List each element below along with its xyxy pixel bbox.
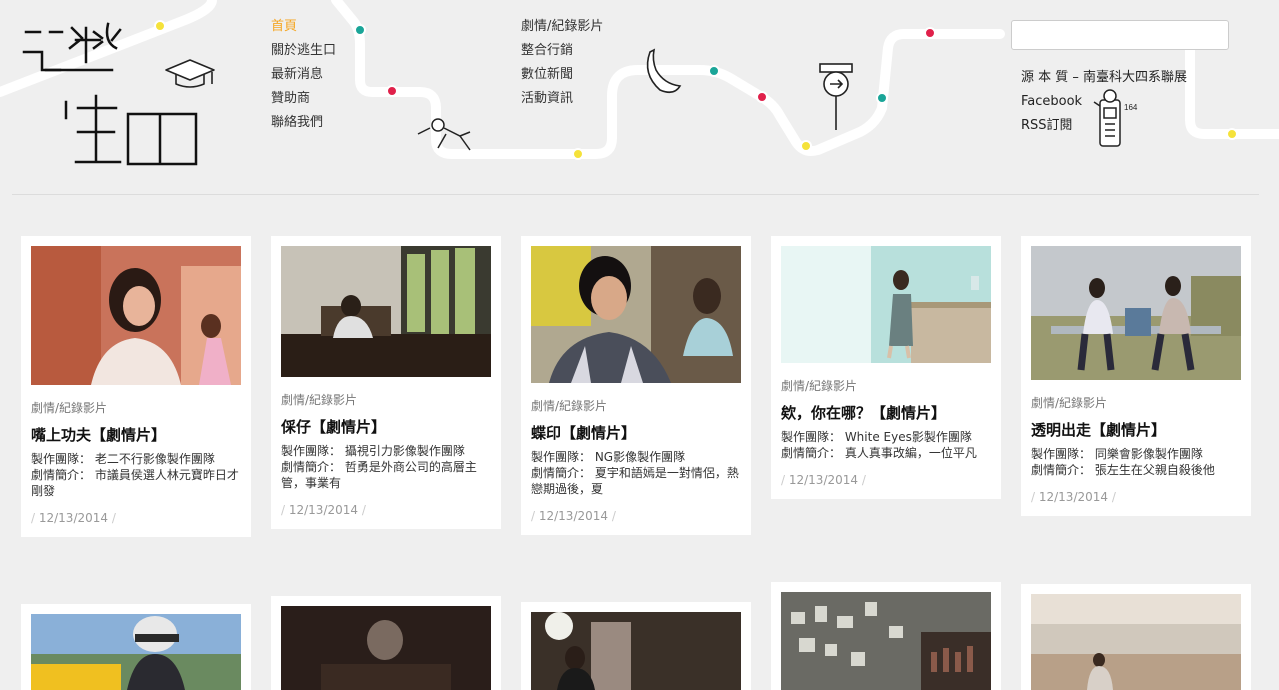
post-date: / 12/13/2014 / (531, 509, 616, 523)
post-synopsis: 劇情簡介： 張左生在父親自殺後他 (1031, 463, 1215, 477)
nav-item-marketing[interactable]: 整合行銷 (521, 42, 603, 66)
post-category[interactable]: 劇情/紀錄影片 (1031, 394, 1241, 411)
post-thumbnail[interactable] (531, 612, 741, 690)
nav-link-home[interactable]: 首頁 (271, 19, 297, 34)
nav-link-marketing[interactable]: 整合行銷 (521, 43, 573, 58)
post-team: 製作團隊： 同樂會影像製作團隊 (1031, 447, 1203, 461)
post-team: 製作團隊： 老二不行影像製作團隊 (31, 452, 215, 466)
search-input[interactable] (1011, 20, 1229, 50)
post-date: / 12/13/2014 / (31, 511, 116, 525)
nav-item-news[interactable]: 最新消息 (271, 66, 336, 90)
post-thumbnail[interactable] (781, 246, 991, 363)
post-date: / 12/13/2014 / (781, 473, 866, 487)
post-thumbnail[interactable] (31, 614, 241, 690)
nav-item-contact[interactable]: 聯絡我們 (271, 114, 336, 138)
post-team: 製作團隊： NG影像製作團隊 (531, 450, 686, 464)
nav-link-sponsors[interactable]: 贊助商 (271, 91, 310, 106)
main-nav: 首頁 關於逃生口 最新消息 贊助商 聯絡我們 (271, 18, 336, 138)
post-thumbnail[interactable] (31, 246, 241, 385)
side-link-facebook-item[interactable]: Facebook (1021, 93, 1187, 117)
site-logo[interactable] (20, 18, 210, 174)
post-thumbnail[interactable] (1031, 246, 1241, 380)
post-team: 製作團隊： 攝視引力影像製作團隊 (281, 444, 465, 458)
post-card[interactable] (271, 596, 501, 690)
post-card[interactable]: 劇情/紀錄影片 倸仔【劇情片】 製作團隊： 攝視引力影像製作團隊 劇情簡介： 哲… (271, 236, 501, 529)
falling-person-icon (417, 118, 471, 151)
post-title[interactable]: 倸仔【劇情片】 (281, 417, 491, 437)
post-card[interactable] (521, 602, 751, 690)
post-date: / 12/13/2014 / (281, 503, 366, 517)
post-thumbnail[interactable] (781, 592, 991, 690)
side-link-rss-item[interactable]: RSS訂閱 (1021, 117, 1187, 141)
post-card[interactable] (771, 582, 1001, 690)
post-thumbnail[interactable] (281, 246, 491, 377)
post-title[interactable]: 蝶印【劇情片】 (531, 423, 741, 443)
post-card[interactable]: 劇情/紀錄影片 嘴上功夫【劇情片】 製作團隊： 老二不行影像製作團隊 劇情簡介：… (21, 236, 251, 537)
nav-item-drama[interactable]: 劇情/紀錄影片 (521, 18, 603, 42)
nav-link-drama[interactable]: 劇情/紀錄影片 (521, 19, 603, 34)
nav-item-sponsors[interactable]: 贊助商 (271, 90, 336, 114)
post-title[interactable]: 透明出走【劇情片】 (1031, 420, 1241, 440)
post-synopsis: 劇情簡介： 市議員侯選人林元寶昨日才剛發 (31, 468, 239, 498)
side-link-facebook[interactable]: Facebook (1021, 94, 1082, 109)
nav-item-digital-news[interactable]: 數位新聞 (521, 66, 603, 90)
post-card[interactable]: 劇情/紀錄影片 欸，你在哪？【劇情片】 製作團隊： White Eyes影製作團… (771, 236, 1001, 499)
post-title[interactable]: 欸，你在哪？【劇情片】 (781, 403, 991, 423)
side-link-exhibition-item[interactable]: 源 本 質 – 南臺科大四系聯展 (1021, 69, 1187, 93)
side-link-exhibition[interactable]: 源 本 質 – 南臺科大四系聯展 (1021, 70, 1187, 85)
site-header: 164 首頁 關於逃生口 最新消息 贊助商 聯絡我們 劇情/紀錄影片 整合行銷 … (0, 0, 1279, 196)
post-category[interactable]: 劇情/紀錄影片 (781, 377, 991, 394)
post-card[interactable]: 劇情/紀錄影片 透明出走【劇情片】 製作團隊： 同樂會影像製作團隊 劇情簡介： … (1021, 236, 1251, 516)
post-synopsis: 劇情簡介： 夏宇和語嫣是一對情侶，熱戀期過後，夏 (531, 466, 739, 496)
side-links: 源 本 質 – 南臺科大四系聯展 Facebook RSS訂閱 (1021, 69, 1187, 141)
post-title[interactable]: 嘴上功夫【劇情片】 (31, 425, 241, 445)
post-synopsis: 劇情簡介： 哲勇是外商公司的高層主管，事業有 (281, 460, 477, 490)
nav-item-home[interactable]: 首頁 (271, 18, 336, 42)
nav-link-news[interactable]: 最新消息 (271, 67, 323, 82)
post-thumbnail[interactable] (531, 246, 741, 383)
category-nav: 劇情/紀錄影片 整合行銷 數位新聞 活動資訊 (521, 18, 603, 114)
nav-link-contact[interactable]: 聯絡我們 (271, 115, 323, 130)
nav-link-about[interactable]: 關於逃生口 (271, 43, 336, 58)
post-synopsis: 劇情簡介： 真人真事改編，一位平凡 (781, 446, 977, 460)
nav-item-about[interactable]: 關於逃生口 (271, 42, 336, 66)
post-category[interactable]: 劇情/紀錄影片 (531, 397, 741, 414)
post-card[interactable] (21, 604, 251, 690)
post-team: 製作團隊： White Eyes影製作團隊 (781, 430, 972, 444)
post-card[interactable] (1021, 584, 1251, 690)
post-date: / 12/13/2014 / (1031, 490, 1116, 504)
nav-item-events[interactable]: 活動資訊 (521, 90, 603, 114)
nav-link-digital-news[interactable]: 數位新聞 (521, 67, 573, 82)
bus-stop-sign-icon (819, 63, 853, 130)
header-divider (12, 194, 1259, 195)
post-thumbnail[interactable] (281, 606, 491, 690)
post-card[interactable]: 劇情/紀錄影片 蝶印【劇情片】 製作團隊： NG影像製作團隊 劇情簡介： 夏宇和… (521, 236, 751, 535)
post-category[interactable]: 劇情/紀錄影片 (281, 391, 491, 408)
post-category[interactable]: 劇情/紀錄影片 (31, 399, 241, 416)
post-thumbnail[interactable] (1031, 594, 1241, 690)
nav-link-events[interactable]: 活動資訊 (521, 91, 573, 106)
side-link-rss[interactable]: RSS訂閱 (1021, 118, 1073, 133)
